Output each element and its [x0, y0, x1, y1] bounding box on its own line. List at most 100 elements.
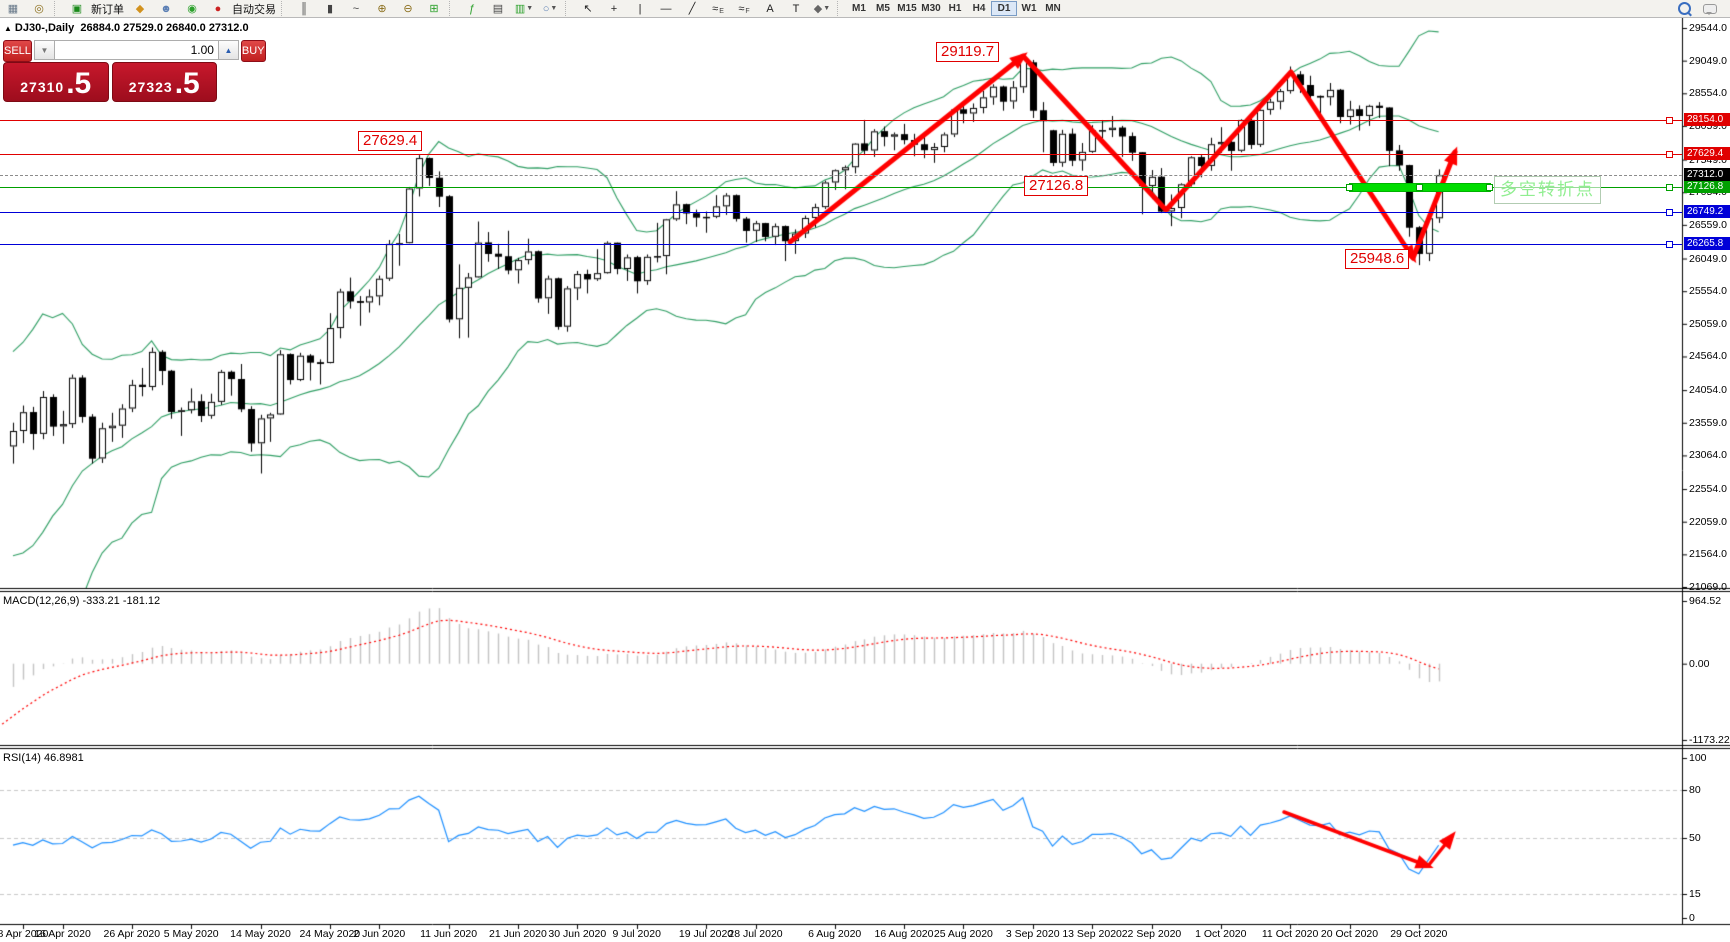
timeframe-MN[interactable]: MN — [1041, 1, 1065, 16]
volume-input[interactable] — [55, 40, 218, 60]
date-axis-label: 25 Aug 2020 — [934, 928, 993, 940]
periods-icon[interactable]: ○▼ — [538, 1, 562, 16]
chart-overlay: ▲DJ30-,Daily 26884.0 27529.0 26840.0 273… — [0, 0, 1730, 942]
horizontal-line-object[interactable] — [0, 154, 1682, 155]
line-handle[interactable] — [1666, 117, 1673, 124]
indicators-icon[interactable]: ƒ — [460, 1, 484, 16]
buy-button[interactable]: BUY — [241, 40, 266, 62]
date-axis-label: 13 Sep 2020 — [1062, 928, 1122, 940]
date-axis-label: 22 Sep 2020 — [1122, 928, 1182, 940]
date-axis-label: 14 May 2020 — [230, 928, 291, 940]
line-handle[interactable] — [1666, 241, 1673, 248]
date-axis-label: 28 Jul 2020 — [728, 928, 782, 940]
text-label-icon[interactable]: T — [784, 1, 808, 16]
timeframe-D1[interactable]: D1 — [991, 1, 1017, 16]
price-axis-tick: 28554.0 — [1689, 87, 1727, 99]
macd-label: MACD(12,26,9) -333.21 -181.12 — [3, 595, 160, 607]
auto-trading-icon-label[interactable]: 自动交易 — [232, 1, 276, 17]
sell-button[interactable]: SELL — [3, 40, 32, 62]
one-click-trading-panel: SELL ▼ ▲ BUY 27310 .5 27323 .5 — [3, 40, 217, 102]
price-annotation[interactable]: 27629.4 — [358, 131, 422, 151]
candlestick-mode-icon[interactable]: ▮ — [318, 1, 342, 16]
timeframe-M5[interactable]: M5 — [871, 1, 895, 16]
chart-title: ▲DJ30-,Daily 26884.0 27529.0 26840.0 273… — [4, 22, 249, 34]
signals-icon[interactable]: ◉ — [180, 1, 204, 16]
timeframe-H4[interactable]: H4 — [967, 1, 991, 16]
buy-price-button[interactable]: 27323 .5 — [112, 62, 218, 102]
rsi-axis-tick: 50 — [1689, 832, 1701, 844]
price-annotation[interactable]: 29119.7 — [936, 42, 999, 62]
equidistant-channel-icon[interactable]: ≈E — [706, 1, 730, 16]
volume-up-icon[interactable]: ▲ — [218, 40, 239, 60]
timeframe-H1[interactable]: H1 — [943, 1, 967, 16]
rsi-label: RSI(14) 46.8981 — [3, 752, 84, 764]
green-bar-handle[interactable] — [1486, 184, 1493, 191]
timeframe-M1[interactable]: M1 — [847, 1, 871, 16]
horizontal-line-object[interactable] — [0, 244, 1682, 245]
timeframe-M30[interactable]: M30 — [919, 1, 943, 16]
arrows-icon[interactable]: ◆▼ — [810, 1, 834, 16]
timeframe-W1[interactable]: W1 — [1017, 1, 1041, 16]
price-annotation[interactable]: 27126.8 — [1024, 176, 1088, 196]
macd-axis-tick: -1173.22 — [1689, 734, 1730, 746]
search-icon[interactable] — [1672, 1, 1696, 16]
green-bar-handle[interactable] — [1416, 184, 1423, 191]
timeframe-M15[interactable]: M15 — [895, 1, 919, 16]
tile-windows-icon[interactable]: ⊞ — [422, 1, 446, 16]
price-line-tag: 26749.2 — [1684, 205, 1730, 218]
price-annotation[interactable]: 25948.6 — [1345, 249, 1409, 269]
new-order-icon[interactable]: ▣ — [65, 1, 89, 16]
chat-icon[interactable] — [1698, 1, 1722, 16]
sell-price-int: 27310 — [20, 79, 64, 95]
price-axis-tick: 23559.0 — [1689, 417, 1727, 429]
rsi-axis-tick: 0 — [1689, 912, 1695, 924]
templates-icon[interactable]: ▥▼ — [512, 1, 536, 16]
date-axis-label: 9 Jul 2020 — [612, 928, 660, 940]
line-handle[interactable] — [1666, 151, 1673, 158]
toolbar: ▦◎ ▣新订单 ◆☻◉●自动交易 ║▮~⊕⊖⊞ ƒ▤▥▼○▼ ↖+|—╱≈E≈FAT◆▼ M… — [0, 0, 1730, 18]
line-chart-mode-icon[interactable]: ~ — [344, 1, 368, 16]
bar-chart-mode-icon[interactable]: ║ — [292, 1, 316, 16]
cursor-icon[interactable]: ↖ — [576, 1, 600, 16]
date-axis-label: 5 May 2020 — [164, 928, 219, 940]
line-handle[interactable] — [1666, 209, 1673, 216]
text-icon[interactable]: A — [758, 1, 782, 16]
line-handle[interactable] — [1666, 184, 1673, 191]
eraser-icon[interactable]: ◆ — [128, 1, 152, 16]
new-order-icon-label[interactable]: 新订单 — [91, 1, 124, 17]
volume-down-icon[interactable]: ▼ — [34, 40, 55, 60]
price-line-tag: 26265.8 — [1684, 237, 1730, 250]
price-axis-tick: 24564.0 — [1689, 350, 1727, 362]
green-bar-handle[interactable] — [1346, 184, 1353, 191]
date-axis-label: 11 Oct 2020 — [1262, 928, 1318, 940]
trendline-icon[interactable]: ╱ — [680, 1, 704, 16]
mt4-window: ▦◎ ▣新订单 ◆☻◉●自动交易 ║▮~⊕⊖⊞ ƒ▤▥▼○▼ ↖+|—╱≈E≈FAT◆▼ M… — [0, 0, 1730, 942]
price-axis-tick: 24054.0 — [1689, 384, 1727, 396]
fibonacci-icon[interactable]: ≈F — [732, 1, 756, 16]
date-axis-label: 6 Aug 2020 — [808, 928, 861, 940]
date-axis-label: 19 Jul 2020 — [679, 928, 733, 940]
vertical-line-icon[interactable]: | — [628, 1, 652, 16]
zoom-in-icon[interactable]: ⊕ — [370, 1, 394, 16]
price-axis-tick: 22554.0 — [1689, 483, 1727, 495]
price-axis-tick: 26559.0 — [1689, 219, 1727, 231]
date-axis-label: 29 Oct 2020 — [1390, 928, 1447, 940]
expert-advisors-icon[interactable]: ☻ — [154, 1, 178, 16]
horizontal-line-icon[interactable]: — — [654, 1, 678, 16]
zoom-out-icon[interactable]: ⊖ — [396, 1, 420, 16]
price-line-tag: 28154.0 — [1684, 113, 1730, 126]
horizontal-line-object[interactable] — [0, 212, 1682, 213]
price-line-tag: 27126.8 — [1684, 180, 1730, 193]
horizontal-line-object[interactable] — [0, 120, 1682, 121]
turning-point-note[interactable]: 多空转折点 — [1494, 176, 1601, 204]
indicator-windows-icon[interactable]: ▤ — [486, 1, 510, 16]
auto-trading-icon[interactable]: ● — [206, 1, 230, 16]
sell-price-button[interactable]: 27310 .5 — [3, 62, 109, 102]
toolbar-separator — [54, 1, 62, 16]
date-axis-label: 3 Sep 2020 — [1006, 928, 1060, 940]
open-chart-icon[interactable]: ▦ — [1, 1, 25, 16]
price-axis-tick: 29049.0 — [1689, 55, 1727, 67]
profile-preview-icon[interactable]: ◎ — [27, 1, 51, 16]
toolbar-separator — [281, 1, 289, 16]
crosshair-icon[interactable]: + — [602, 1, 626, 16]
